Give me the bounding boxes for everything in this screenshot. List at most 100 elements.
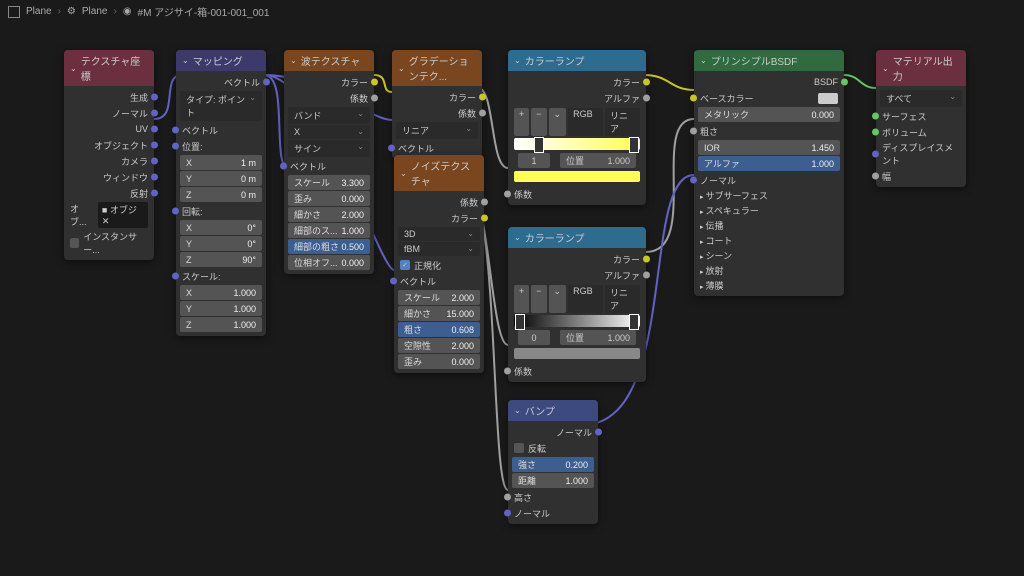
socket-in[interactable]: ベースカラー (694, 90, 844, 106)
field-scale[interactable]: スケール2.000 (398, 290, 480, 305)
ramp-swatch[interactable] (514, 348, 640, 359)
remove-button[interactable]: − (531, 108, 546, 136)
checkbox-invert[interactable]: 反転 (508, 440, 598, 456)
field-distort[interactable]: 歪み0.000 (288, 191, 370, 206)
socket-out[interactable]: 係数 (394, 194, 484, 210)
node-header[interactable]: ⌄マテリアル出力 (876, 50, 966, 86)
node-bump[interactable]: ⌄バンプ ノーマル 反転 強さ0.200 距離1.000 高さ ノーマル (508, 400, 598, 524)
group-collapse[interactable]: 薄膜 (694, 278, 844, 293)
ramp-pos[interactable]: 位置1.000 (560, 153, 636, 168)
ramp-index[interactable]: 0 (518, 330, 550, 345)
socket-in[interactable]: ベクトル (176, 122, 266, 138)
field-scale[interactable]: スケール3.300 (288, 175, 370, 190)
node-header[interactable]: ⌄カラーランプ (508, 227, 646, 248)
dropdown[interactable]: リニア (396, 122, 478, 139)
socket-out[interactable]: ノーマル (508, 424, 598, 440)
mode-select[interactable]: RGB (568, 108, 603, 136)
menu-button[interactable]: ⌄ (549, 285, 567, 313)
interp-select[interactable]: リニア (605, 108, 640, 136)
socket-out[interactable]: アルファ (508, 267, 646, 283)
socket-in[interactable]: ベクトル (394, 273, 484, 289)
socket-out[interactable]: カラー (508, 74, 646, 90)
checkbox-row[interactable]: インスタンサー... (64, 229, 154, 257)
field-strength[interactable]: 強さ0.200 (512, 457, 594, 472)
group-collapse[interactable]: コート (694, 233, 844, 248)
socket-in[interactable]: ベクトル (392, 140, 482, 156)
field-dist[interactable]: 距離1.000 (512, 473, 594, 488)
node-mapping[interactable]: ⌄マッピング ベクトル タイプ: ポイント ベクトル 位置: X1 m Y0 m… (176, 50, 266, 336)
socket-out[interactable]: カラー (284, 74, 374, 90)
ramp-pos[interactable]: 位置1.000 (560, 330, 636, 345)
node-colorramp-1[interactable]: ⌄カラーランプ カラー アルファ +−⌄RGBリニア 1 位置1.000 係数 (508, 50, 646, 205)
node-noise[interactable]: ⌄ノイズテクスチャ 係数 カラー 3D fBM ✓正規化 ベクトル スケール2.… (394, 155, 484, 373)
field-distort[interactable]: 歪み0.000 (398, 354, 480, 369)
socket-out[interactable]: BSDF (694, 74, 844, 90)
ramp-index[interactable]: 1 (518, 153, 550, 168)
field-x[interactable]: X1.000 (180, 285, 262, 300)
field-lacun[interactable]: 空隙性2.000 (398, 338, 480, 353)
field-x[interactable]: X0° (180, 220, 262, 235)
node-material-output[interactable]: ⌄マテリアル出力 すべて サーフェス ボリューム ディスプレイスメント 幅 (876, 50, 966, 187)
field-x[interactable]: X1 m (180, 155, 262, 170)
socket-out[interactable]: ベクトル (176, 74, 266, 90)
node-header[interactable]: ⌄テクスチャ座標 (64, 50, 154, 86)
field-alpha[interactable]: アルファ1.000 (698, 156, 840, 171)
checkbox-normalize[interactable]: ✓正規化 (394, 257, 484, 273)
socket-out[interactable]: 反射 (64, 185, 154, 201)
field-z[interactable]: Z1.000 (180, 317, 262, 332)
node-header[interactable]: ⌄プリンシプルBSDF (694, 50, 844, 71)
socket-in[interactable]: 係数 (508, 186, 646, 202)
dropdown[interactable]: バンド (288, 107, 370, 124)
menu-button[interactable]: ⌄ (549, 108, 567, 136)
field-y[interactable]: Y0 m (180, 171, 262, 186)
group-collapse[interactable]: 伝播 (694, 218, 844, 233)
remove-button[interactable]: − (531, 285, 546, 313)
socket-out[interactable]: アルファ (508, 90, 646, 106)
ramp-tools[interactable]: +−⌄RGBリニア (514, 285, 640, 313)
breadcrumb-item[interactable]: Plane (26, 6, 52, 17)
field-detail-s[interactable]: 細部のス...1.000 (288, 223, 370, 238)
socket-in[interactable]: ノーマル (508, 505, 598, 521)
add-button[interactable]: + (514, 285, 529, 313)
ramp-swatch[interactable] (514, 171, 640, 182)
node-header[interactable]: ⌄カラーランプ (508, 50, 646, 71)
socket-out[interactable]: ウィンドウ (64, 169, 154, 185)
node-header[interactable]: ⌄ノイズテクスチャ (394, 155, 484, 191)
node-tex-coord[interactable]: ⌄テクスチャ座標 生成 ノーマル UV オブジェクト カメラ ウィンドウ 反射 … (64, 50, 154, 260)
field-rough[interactable]: 粗さ0.608 (398, 322, 480, 337)
node-header[interactable]: ⌄波テクスチャ (284, 50, 374, 71)
node-wave-tex[interactable]: ⌄波テクスチャ カラー 係数 バンド X サイン ベクトル スケール3.300 … (284, 50, 374, 274)
group-collapse[interactable]: サブサーフェス (694, 188, 844, 203)
socket-in[interactable]: サーフェス (876, 108, 966, 124)
breadcrumb-item[interactable]: #M アジサイ-箱-001-001_001 (138, 4, 270, 19)
ramp-gradient[interactable] (514, 138, 640, 150)
dropdown-target[interactable]: すべて (880, 90, 962, 107)
socket-out[interactable]: カラー (508, 251, 646, 267)
field-z[interactable]: Z90° (180, 252, 262, 267)
socket-in[interactable]: ボリューム (876, 124, 966, 140)
socket-in[interactable]: ディスプレイスメント (876, 140, 966, 168)
ramp-tools[interactable]: +−⌄RGBリニア (514, 108, 640, 136)
node-colorramp-2[interactable]: ⌄カラーランプ カラー アルファ +−⌄RGBリニア 0 位置1.000 係数 (508, 227, 646, 382)
add-button[interactable]: + (514, 108, 529, 136)
socket-in[interactable]: 係数 (508, 363, 646, 379)
node-header[interactable]: ⌄マッピング (176, 50, 266, 71)
node-gradient[interactable]: ⌄グラデーションテク... カラー 係数 リニア ベクトル (392, 50, 482, 159)
dropdown-type[interactable]: タイプ: ポイント (180, 91, 262, 121)
dropdown[interactable]: fBM (398, 242, 480, 256)
field-metal[interactable]: メタリック0.000 (698, 107, 840, 122)
breadcrumb-item[interactable]: Plane (82, 6, 108, 17)
field-z[interactable]: Z0 m (180, 187, 262, 202)
field-phase[interactable]: 位相オフ...0.000 (288, 255, 370, 270)
socket-in[interactable]: ベクトル (284, 158, 374, 174)
field-ior[interactable]: IOR1.450 (698, 140, 840, 155)
object-picker[interactable]: ■ オブジ ✕ (98, 202, 148, 228)
field-detail[interactable]: 細かさ15.000 (398, 306, 480, 321)
socket-in[interactable]: ノーマル (694, 172, 844, 188)
group-collapse[interactable]: 放射 (694, 263, 844, 278)
socket-out[interactable]: 係数 (284, 90, 374, 106)
node-header[interactable]: ⌄バンプ (508, 400, 598, 421)
socket-out[interactable]: UV (64, 121, 154, 137)
dropdown[interactable]: サイン (288, 140, 370, 157)
group-collapse[interactable]: スペキュラー (694, 203, 844, 218)
